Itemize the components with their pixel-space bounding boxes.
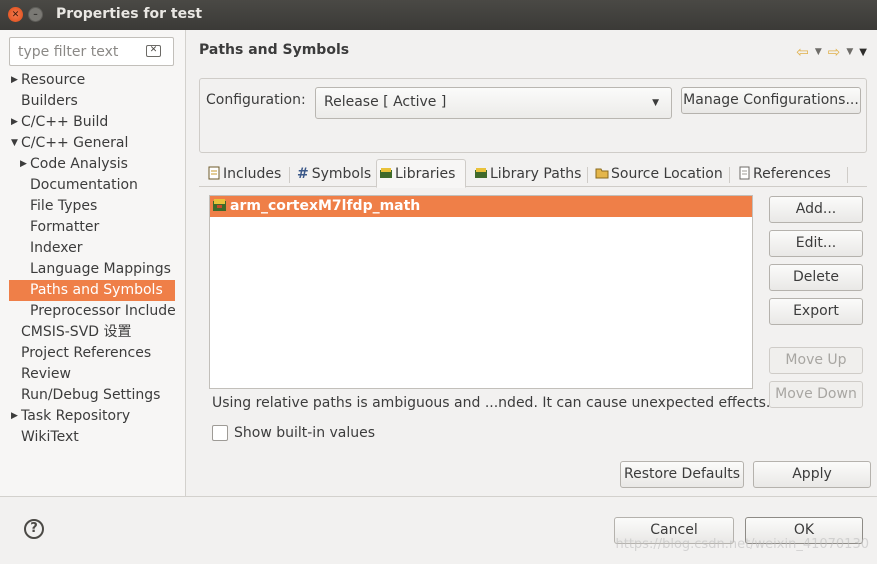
forward-dropdown-icon[interactable]: ▼ [846, 47, 853, 57]
relative-paths-warning: Using relative paths is ambiguous and ..… [212, 395, 771, 411]
restore-defaults-button[interactable]: Restore Defaults [620, 461, 744, 488]
sidebar-item-label: Indexer [30, 240, 83, 256]
expanded-arrow-icon[interactable]: ▼ [11, 133, 18, 154]
move-down-button[interactable]: Move Down [769, 381, 863, 408]
list-item[interactable]: arm_cortexM7lfdp_math [210, 196, 752, 217]
sidebar-item-preprocessor-include[interactable]: Preprocessor Include [9, 301, 176, 322]
sidebar-item-label: Builders [21, 93, 78, 109]
sidebar-item-paths-and-symbols[interactable]: Paths and Symbols [9, 280, 175, 301]
sidebar-item-label: Resource [21, 72, 86, 88]
library-file-icon [213, 199, 226, 211]
filter-box: ✕ [9, 37, 174, 66]
tab-references[interactable]: References [735, 162, 831, 187]
tab-libraries[interactable]: Libraries [376, 159, 466, 188]
window-title: Properties for test [56, 6, 203, 22]
property-tree: ▶ Resource Builders ▶ C/C++ Build ▼ C/C++ Gene… [9, 70, 176, 448]
sidebar-item-resource[interactable]: ▶ Resource [9, 70, 175, 91]
collapsed-arrow-icon[interactable]: ▶ [11, 406, 18, 427]
chevron-down-icon: ▼ [652, 98, 659, 108]
show-builtin-values-label: Show built-in values [234, 425, 376, 441]
sidebar-item-label: Formatter [30, 219, 100, 235]
minimize-window-button[interactable]: – [28, 7, 43, 22]
libraries-list[interactable]: arm_cortexM7lfdp_math [209, 195, 753, 389]
sidebar-item-run-debug-settings[interactable]: Run/Debug Settings [9, 385, 175, 406]
sidebar-item-label: Preprocessor Include [30, 303, 176, 319]
tab-strip: Includes # Symbols Libraries Library Path… [199, 159, 867, 188]
edit-button[interactable]: Edit... [769, 230, 863, 257]
sidebar-item-label: C/C++ Build [21, 114, 109, 130]
sidebar-item-c-c-general[interactable]: ▼ C/C++ General [9, 133, 175, 154]
sidebar-item-documentation[interactable]: Documentation [9, 175, 175, 196]
forward-arrow-icon[interactable]: ⇨ [828, 43, 841, 61]
apply-button[interactable]: Apply [753, 461, 871, 488]
sidebar: ✕ ▶ResourceBuilders▶C/C++ Build▼C/C++ Ge… [0, 30, 186, 496]
sidebar-item-formatter[interactable]: Formatter [9, 217, 175, 238]
sidebar-item-language-mappings[interactable]: Language Mappings [9, 259, 175, 280]
sidebar-item-code-analysis[interactable]: ▶ Code Analysis [9, 154, 175, 175]
filter-input[interactable] [16, 43, 146, 61]
help-icon[interactable]: ? [24, 519, 44, 539]
library-icon [380, 168, 392, 178]
sidebar-item-review[interactable]: Review [9, 364, 175, 385]
sidebar-item-indexer[interactable]: Indexer [9, 238, 175, 259]
sidebar-item-label: Documentation [30, 177, 138, 193]
configuration-value: Release [ Active ] [324, 94, 447, 110]
watermark: https://blog.csdn.net/weixin_41070130 [615, 537, 869, 552]
collapsed-arrow-icon[interactable]: ▶ [20, 154, 27, 175]
view-menu-icon[interactable]: ▼ [859, 47, 867, 58]
sidebar-item-cmsis-svd[interactable]: CMSIS-SVD 设置 [9, 322, 175, 343]
sidebar-item-label: File Types [30, 198, 98, 214]
sidebar-item-label: Code Analysis [30, 156, 128, 172]
sidebar-item-label: Paths and Symbols [30, 282, 163, 298]
includes-icon [208, 166, 220, 180]
tab-source-location[interactable]: Source Location [593, 162, 723, 187]
sidebar-item-wikitext[interactable]: WikiText [9, 427, 175, 448]
page-navigation: ⇦ ▼ ⇨ ▼ ▼ [796, 43, 867, 61]
back-arrow-icon[interactable]: ⇦ [796, 43, 809, 61]
page-title: Paths and Symbols [199, 42, 350, 58]
sidebar-item-task-repository[interactable]: ▶ Task Repository [9, 406, 175, 427]
tab-includes[interactable]: Includes [205, 162, 281, 187]
back-dropdown-icon[interactable]: ▼ [815, 47, 822, 57]
sidebar-item-label: Run/Debug Settings [21, 387, 161, 403]
collapsed-arrow-icon[interactable]: ▶ [11, 70, 18, 91]
sidebar-item-label: WikiText [21, 429, 79, 445]
sidebar-item-label: C/C++ General [21, 135, 129, 151]
folder-icon [595, 168, 609, 179]
dialog-footer: ? Cancel OK https://blog.csdn.net/weixin… [0, 496, 877, 564]
sidebar-item-project-references[interactable]: Project References [9, 343, 175, 364]
sidebar-item-file-types[interactable]: File Types [9, 196, 175, 217]
sidebar-item-label: Review [21, 366, 71, 382]
sidebar-item-builders[interactable]: Builders [9, 91, 175, 112]
main-panel: Paths and Symbols ⇦ ▼ ⇨ ▼ ▼ Configuratio… [187, 30, 877, 496]
configuration-select[interactable]: Release [ Active ] ▼ [315, 87, 672, 119]
move-up-button[interactable]: Move Up [769, 347, 863, 374]
add-button[interactable]: Add... [769, 196, 863, 223]
clear-filter-icon[interactable]: ✕ [146, 45, 161, 57]
sidebar-item-label: Project References [21, 345, 152, 361]
sidebar-item-c-c-build[interactable]: ▶ C/C++ Build [9, 112, 175, 133]
delete-button[interactable]: Delete [769, 264, 863, 291]
collapsed-arrow-icon[interactable]: ▶ [11, 112, 18, 133]
export-button[interactable]: Export [769, 298, 863, 325]
manage-configurations-button[interactable]: Manage Configurations... [681, 87, 861, 114]
references-icon [739, 166, 750, 180]
configuration-group: Configuration: Release [ Active ] ▼ Mana… [199, 78, 867, 153]
tab-library-paths[interactable]: Library Paths [472, 162, 581, 187]
sidebar-item-label: Task Repository [21, 408, 131, 424]
show-builtin-values-checkbox[interactable] [212, 425, 228, 441]
hash-icon: # [297, 166, 309, 182]
sidebar-item-label: Language Mappings [30, 261, 171, 277]
sidebar-item-label: CMSIS-SVD 设置 [21, 324, 132, 340]
close-window-button[interactable]: ✕ [8, 7, 23, 22]
show-builtin-values-row: Show built-in values [212, 425, 375, 441]
configuration-label: Configuration: [206, 92, 306, 108]
tab-symbols[interactable]: # Symbols [295, 162, 371, 187]
library-paths-icon [475, 168, 487, 178]
title-bar: ✕ – Properties for test [0, 0, 877, 30]
